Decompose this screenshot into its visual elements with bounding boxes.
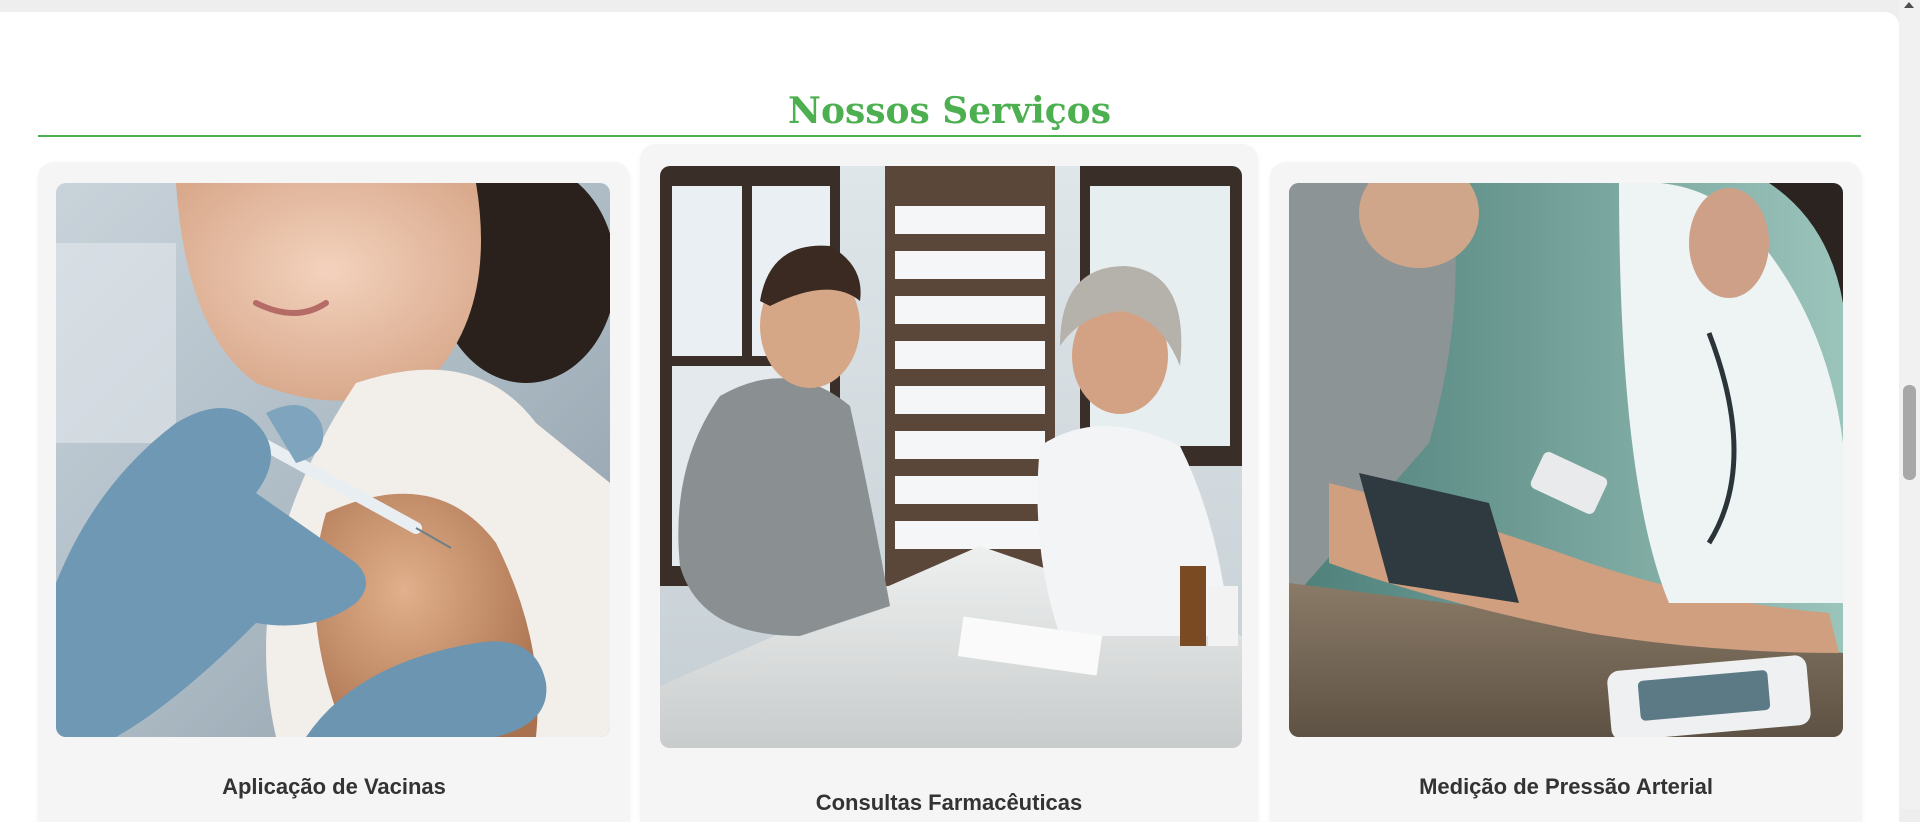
service-title-vaccines: Aplicação de Vacinas bbox=[222, 774, 446, 799]
page-content: Nossos Serviços Aplicação de Vacinas Con… bbox=[0, 12, 1899, 822]
section-title: Nossos Serviços bbox=[788, 90, 1111, 132]
service-card-blood-pressure[interactable]: Medição de Pressão Arterial bbox=[1270, 162, 1862, 822]
service-title-consultations: Consultas Farmacêuticas bbox=[815, 790, 1083, 815]
vaccine-application-photo bbox=[56, 183, 610, 737]
scrollbar-thumb[interactable] bbox=[1903, 385, 1916, 480]
scroll-up-arrow-icon[interactable] bbox=[1904, 2, 1914, 8]
service-card-vaccines[interactable]: Aplicação de Vacinas bbox=[38, 162, 630, 822]
pharmacist-consultation-photo bbox=[660, 166, 1242, 748]
blood-pressure-measurement-photo bbox=[1289, 183, 1843, 737]
service-title-blood-pressure: Medição de Pressão Arterial bbox=[1419, 774, 1713, 799]
service-card-consultations[interactable]: Consultas Farmacêuticas bbox=[640, 144, 1258, 822]
page-scrollbar[interactable] bbox=[1899, 0, 1920, 809]
section-divider bbox=[38, 135, 1861, 137]
